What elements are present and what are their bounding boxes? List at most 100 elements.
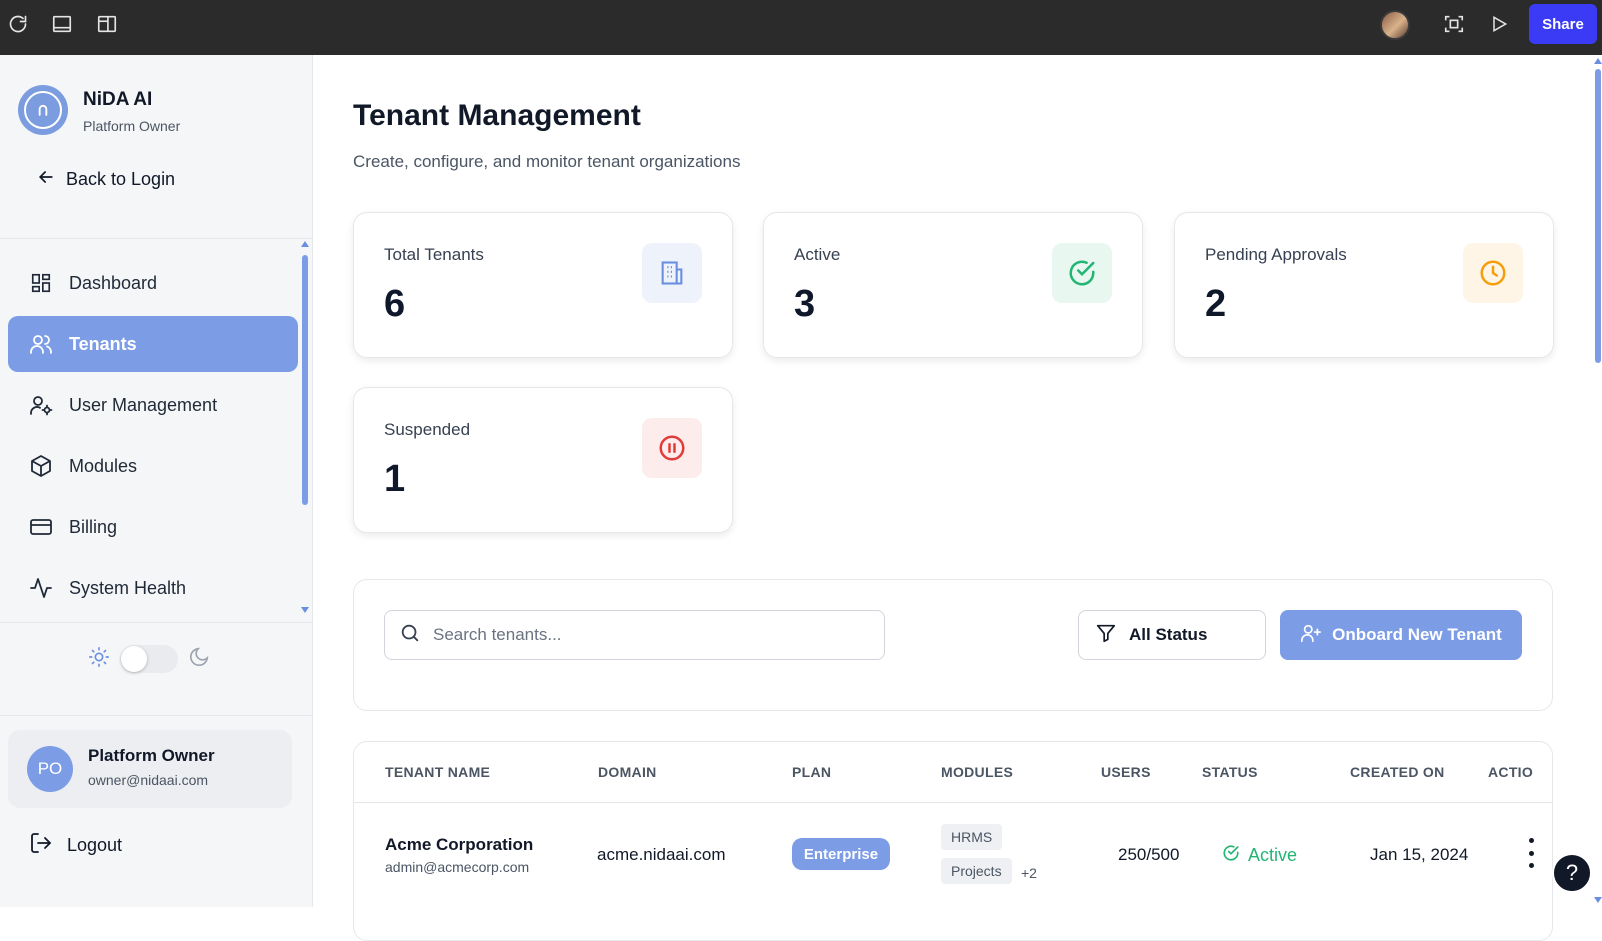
scroll-up-arrow[interactable]: [301, 241, 309, 247]
help-button[interactable]: ?: [1552, 853, 1592, 893]
user-plus-icon: [1300, 622, 1322, 649]
column-header[interactable]: USERS: [1101, 764, 1151, 780]
sidebar-item-billing[interactable]: Billing: [8, 499, 298, 555]
credit-card-icon: [29, 515, 53, 539]
divider: [0, 622, 312, 623]
stat-value: 2: [1205, 283, 1227, 325]
stat-label: Total Tenants: [384, 245, 484, 264]
plan-badge: Enterprise: [792, 838, 890, 870]
page-subtitle: Create, configure, and monitor tenant or…: [353, 152, 741, 171]
stat-card-pending-approvals: Pending Approvals 2: [1174, 212, 1554, 358]
scroll-down-arrow[interactable]: [1594, 897, 1602, 903]
back-to-login-link[interactable]: Back to Login: [36, 167, 175, 192]
sidebar-scrollbar[interactable]: [301, 241, 309, 613]
search-icon: [399, 622, 421, 649]
main-scrollbar[interactable]: [1594, 55, 1602, 907]
sidebar-item-label: Modules: [69, 455, 138, 476]
stat-card-suspended: Suspended 1: [353, 387, 733, 533]
column-header[interactable]: STATUS: [1202, 764, 1258, 780]
column-header[interactable]: MODULES: [941, 764, 1013, 780]
user-profile-card[interactable]: PO Platform Owner owner@nidaai.com: [8, 730, 292, 808]
logout-label: Logout: [67, 835, 123, 855]
share-button[interactable]: Share: [1529, 4, 1597, 44]
scroll-down-arrow[interactable]: [301, 607, 309, 613]
top-toolbar: Share: [0, 0, 1602, 55]
sidebar-item-label: User Management: [69, 394, 218, 415]
arrow-left-icon: [36, 167, 56, 192]
profile-avatar[interactable]: [1380, 10, 1410, 40]
back-to-login-label: Back to Login: [66, 169, 176, 189]
users-icon: [29, 332, 53, 356]
tenant-domain: acme.nidaai.com: [597, 845, 726, 864]
logout-button[interactable]: Logout: [29, 831, 122, 860]
stat-label: Active: [794, 245, 841, 264]
onboard-label: Onboard New Tenant: [1332, 625, 1502, 644]
stat-card-active: Active 3: [763, 212, 1143, 358]
onboard-new-tenant-button[interactable]: Onboard New Tenant: [1280, 610, 1522, 660]
column-header[interactable]: ACTIO: [1488, 764, 1533, 780]
tenant-email: admin@acmecorp.com: [385, 859, 530, 875]
theme-toggle[interactable]: [120, 645, 178, 673]
play-icon[interactable]: [1487, 12, 1511, 36]
stat-card-total-tenants: Total Tenants 6: [353, 212, 733, 358]
sidebar-item-system-health[interactable]: System Health: [8, 560, 298, 616]
column-header[interactable]: DOMAIN: [598, 764, 657, 780]
column-header[interactable]: TENANT NAME: [385, 764, 490, 780]
more-actions-icon[interactable]: [1528, 838, 1534, 868]
sidebar-item-label: Tenants: [69, 333, 137, 354]
status-filter-select[interactable]: All Status: [1078, 610, 1266, 660]
scroll-thumb[interactable]: [1595, 69, 1601, 363]
activity-icon: [29, 576, 53, 600]
stat-value: 1: [384, 458, 406, 500]
panel-icon[interactable]: [50, 12, 74, 36]
scroll-thumb[interactable]: [302, 255, 308, 505]
sidebar-nav: Dashboard Tenants User Management Module…: [8, 255, 298, 621]
search-box[interactable]: [384, 610, 885, 660]
brand-name: NiDA AI: [83, 89, 153, 110]
screenshot-icon[interactable]: [1442, 12, 1466, 36]
stat-label: Pending Approvals: [1205, 245, 1347, 264]
divider: [0, 715, 312, 716]
status-filter-label: All Status: [1129, 625, 1208, 644]
sidebar-item-modules[interactable]: Modules: [8, 438, 298, 494]
clock-icon: [1463, 243, 1523, 303]
layout-icon[interactable]: [95, 12, 119, 36]
moon-icon: [188, 646, 210, 673]
tenant-name[interactable]: Acme Corporation: [385, 835, 533, 855]
check-circle-icon: [1222, 844, 1240, 867]
tenant-toolbar: All Status Onboard New Tenant: [353, 579, 1553, 711]
brand-logo: [18, 85, 68, 135]
status-label: Active: [1248, 845, 1298, 865]
toggle-knob: [121, 646, 147, 672]
sidebar-item-dashboard[interactable]: Dashboard: [8, 255, 298, 311]
modules-more-count[interactable]: +2: [1021, 865, 1037, 881]
sidebar-item-tenants[interactable]: Tenants: [8, 316, 298, 372]
building-icon: [642, 243, 702, 303]
stat-value: 6: [384, 283, 406, 325]
theme-toggle-row: [88, 645, 210, 673]
user-name: Platform Owner: [88, 746, 215, 765]
box-icon: [29, 454, 53, 478]
module-chip: HRMS: [941, 824, 1003, 850]
page-title: Tenant Management: [353, 99, 641, 132]
divider: [0, 238, 312, 239]
sidebar-item-label: System Health: [69, 577, 187, 598]
sidebar-item-user-management[interactable]: User Management: [8, 377, 298, 433]
logout-icon: [29, 831, 53, 860]
divider: [354, 802, 1552, 803]
dashboard-icon: [29, 271, 53, 295]
module-chip: Projects: [941, 858, 1012, 884]
sidebar: NiDA AI Platform Owner Back to Login Das…: [0, 55, 313, 907]
scroll-up-arrow[interactable]: [1594, 58, 1602, 64]
tenants-table: TENANT NAME DOMAIN PLAN MODULES USERS ST…: [353, 741, 1553, 941]
status-badge: Active: [1222, 844, 1297, 867]
column-header[interactable]: CREATED ON: [1350, 764, 1445, 780]
search-input[interactable]: [433, 625, 873, 645]
sidebar-item-label: Dashboard: [69, 272, 158, 293]
check-circle-icon: [1052, 243, 1112, 303]
created-on: Jan 15, 2024: [1370, 845, 1469, 864]
sidebar-item-label: Billing: [69, 516, 118, 537]
column-header[interactable]: PLAN: [792, 764, 831, 780]
reload-icon[interactable]: [6, 12, 30, 36]
tenant-users: 250/500: [1118, 845, 1180, 864]
